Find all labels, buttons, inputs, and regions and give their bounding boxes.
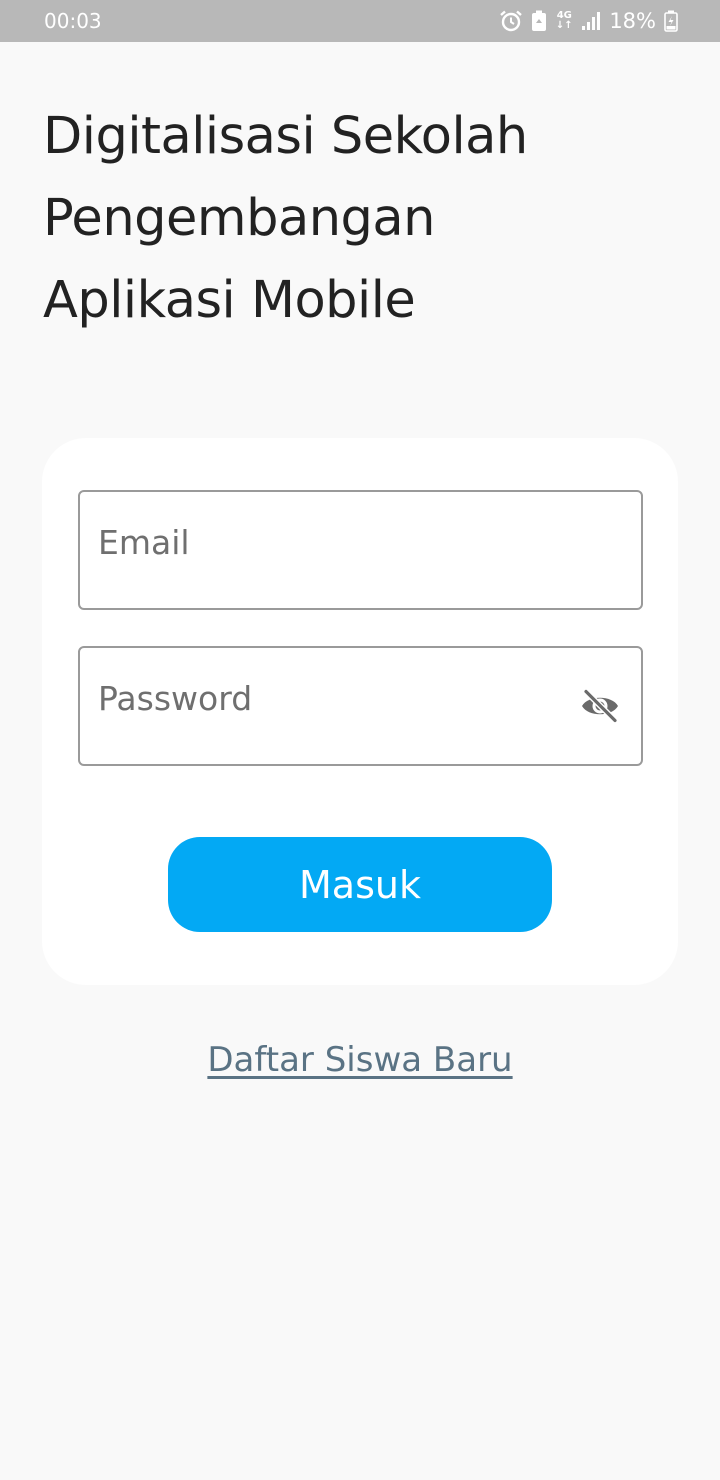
email-input[interactable] xyxy=(98,492,568,604)
battery-saver-icon xyxy=(531,10,547,32)
password-visibility-toggle[interactable] xyxy=(579,688,621,724)
status-time: 00:03 xyxy=(44,9,102,33)
password-input[interactable] xyxy=(98,648,568,760)
login-button[interactable]: Masuk xyxy=(168,837,552,932)
title-line: Aplikasi Mobile xyxy=(43,271,416,330)
email-field-container xyxy=(78,490,643,610)
login-screen: 00:03 4G ↓↑ 18% Digitalisasi Sekolah Pen… xyxy=(0,0,720,1480)
status-bar: 00:03 4G ↓↑ 18% xyxy=(0,0,720,42)
password-field-container xyxy=(78,646,643,766)
status-icons: 4G ↓↑ 18% xyxy=(499,9,678,33)
login-card: Masuk xyxy=(42,438,678,985)
alarm-icon xyxy=(499,10,523,32)
app-title: Digitalisasi Sekolah Pengembangan Aplika… xyxy=(43,96,683,342)
network-label: 4G xyxy=(556,10,572,21)
eye-off-icon xyxy=(582,689,618,723)
register-link[interactable]: Daftar Siswa Baru xyxy=(0,1040,720,1080)
signal-icon xyxy=(581,11,601,31)
title-line: Pengembangan xyxy=(43,189,435,248)
battery-charging-icon xyxy=(664,10,678,32)
battery-percent: 18% xyxy=(609,9,656,33)
network-4g-icon: 4G ↓↑ xyxy=(555,10,573,31)
title-line: Digitalisasi Sekolah xyxy=(43,107,528,166)
